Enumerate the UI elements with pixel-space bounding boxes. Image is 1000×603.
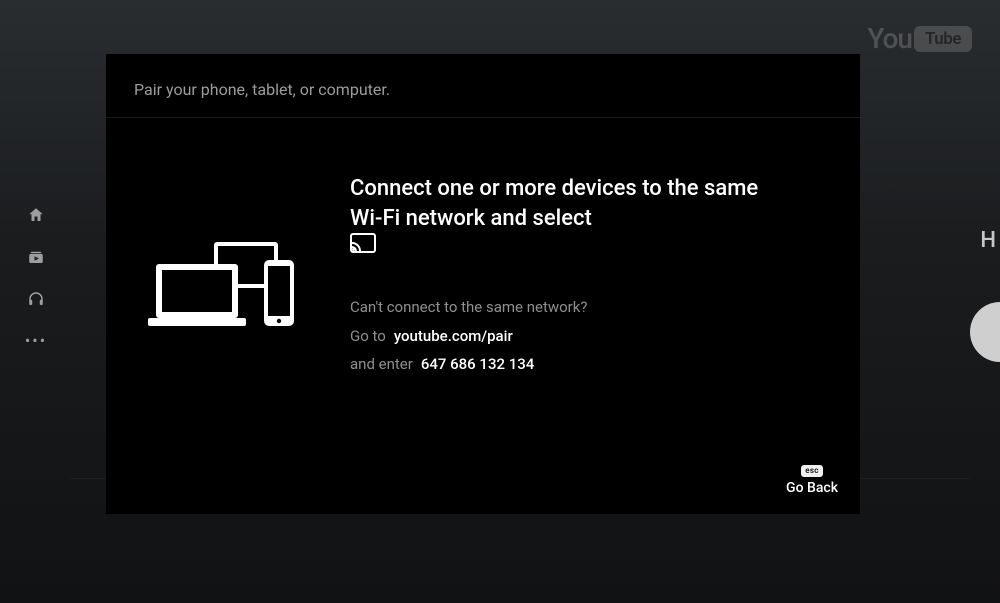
goto-prefix: Go to xyxy=(350,322,386,351)
brand-part2: Tube xyxy=(914,26,972,52)
headphones-icon[interactable] xyxy=(26,289,46,309)
go-back-label: Go Back xyxy=(786,480,838,496)
goto-url: youtube.com/pair xyxy=(394,322,513,351)
home-icon[interactable] xyxy=(26,205,46,225)
modal-content: Connect one or more devices to the same … xyxy=(350,174,830,379)
subscriptions-icon[interactable] xyxy=(26,247,46,267)
brand-wordmark: You Tube xyxy=(867,22,972,55)
more-icon[interactable]: ••• xyxy=(26,331,46,351)
modal-title: Pair your phone, tablet, or computer. xyxy=(106,54,860,118)
right-edge-circle xyxy=(970,302,1000,362)
brand-part1: You xyxy=(867,22,912,55)
esc-key-icon: esc xyxy=(801,465,823,477)
cast-icon xyxy=(350,233,376,253)
pair-modal: Pair your phone, tablet, or computer. xyxy=(106,54,860,514)
headline-text: Connect one or more devices to the same … xyxy=(350,174,790,233)
alt-question: Can't connect to the same network? xyxy=(350,293,830,322)
enter-prefix: and enter xyxy=(350,350,413,379)
devices-icon xyxy=(136,174,316,379)
sidebar: ••• xyxy=(24,205,48,351)
right-edge-letter: H xyxy=(980,228,996,253)
go-back-button[interactable]: esc Go Back xyxy=(786,465,838,496)
pair-code: 647 686 132 134 xyxy=(421,350,535,379)
